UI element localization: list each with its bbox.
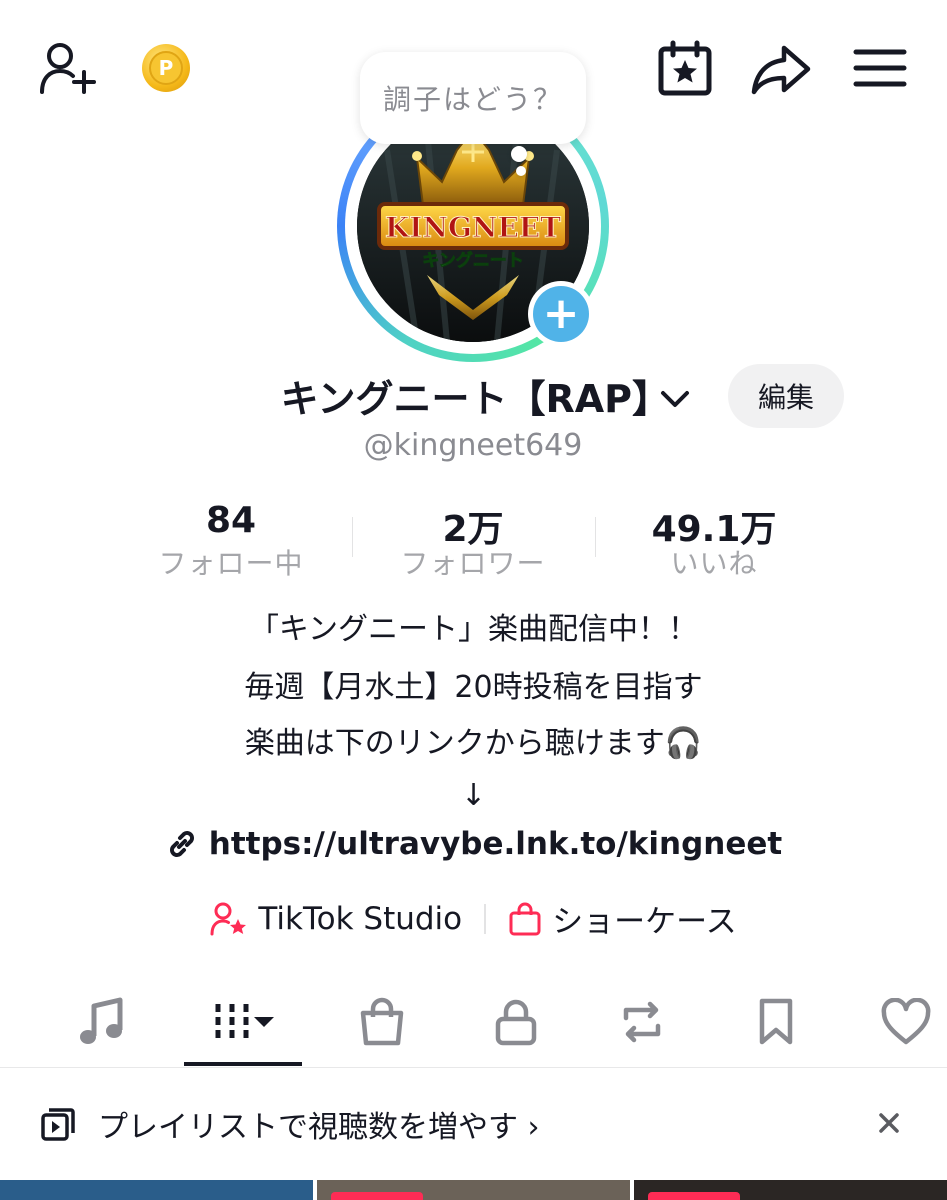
video-thumbnail[interactable] <box>634 1180 947 1200</box>
active-tab-indicator <box>184 1062 302 1066</box>
tiktok-studio-button[interactable]: TikTok Studio <box>210 901 462 937</box>
tab-saved[interactable] <box>746 992 806 1052</box>
share-icon[interactable] <box>750 42 812 96</box>
followers-count: 2万 <box>442 509 504 550</box>
bio-arrow: ↓ <box>460 778 487 813</box>
tab-private[interactable] <box>486 992 546 1052</box>
status-bubble[interactable]: 調子はどう？ <box>360 52 586 144</box>
caret-down-icon <box>254 1017 274 1027</box>
thumbnail-badge <box>331 1192 423 1200</box>
calendar-star-icon[interactable] <box>656 40 714 96</box>
studio-user-star-icon <box>210 901 248 937</box>
tab-shop[interactable] <box>352 992 412 1052</box>
shortcut-divider <box>484 903 487 934</box>
profile-name: キングニート【RAP】 <box>280 377 670 421</box>
coin-icon[interactable]: P <box>142 44 190 92</box>
bubble-tail-dot <box>511 146 527 162</box>
avatar-add-button[interactable]: + <box>528 281 594 347</box>
link-icon <box>165 827 199 861</box>
repost-icon <box>623 1001 661 1043</box>
bubble-tail-dot-small <box>516 166 526 176</box>
tab-music[interactable] <box>72 992 132 1052</box>
bio-line: 楽曲は下のリンクから聴けます🎧 <box>244 726 703 761</box>
add-friend-icon[interactable] <box>38 40 98 96</box>
following-label: フォロー中 <box>158 547 304 580</box>
showcase-bag-icon <box>508 901 542 937</box>
lock-icon <box>495 999 537 1046</box>
showcase-label: ショーケース <box>552 904 737 940</box>
likes-count: 49.1万 <box>651 509 777 550</box>
videos-grid-icon <box>215 1004 249 1040</box>
thumbnail-badge <box>648 1192 740 1200</box>
tiktok-studio-label: TikTok Studio <box>258 900 463 937</box>
bio-link[interactable]: https://ultravybe.lnk.to/kingneet <box>0 826 947 862</box>
logo-text: KINGNEET <box>385 211 561 244</box>
bookmark-icon <box>759 998 793 1045</box>
bio-line: 毎週【月水土】20時投稿を目指す <box>244 670 703 705</box>
following-count: 84 <box>205 500 257 541</box>
showcase-button[interactable]: ショーケース <box>508 896 737 941</box>
stat-divider <box>352 517 353 557</box>
music-note-icon <box>80 997 123 1044</box>
video-thumbnail[interactable] <box>0 1180 313 1200</box>
tab-videos[interactable] <box>196 992 292 1052</box>
stat-divider <box>595 517 596 557</box>
plus-icon: + <box>533 286 589 342</box>
stat-followers[interactable]: 2万 フォロワー <box>363 500 583 582</box>
chevron-down-icon[interactable] <box>656 380 694 418</box>
bio-link-text[interactable]: https://ultravybe.lnk.to/kingneet <box>209 826 783 862</box>
profile-handle: @kingneet649 <box>363 428 583 463</box>
logo-subtext: キングニート <box>422 250 524 271</box>
likes-label: いいね <box>670 547 758 580</box>
playlist-banner-text[interactable]: プレイリストで視聴数を増やす › <box>98 1102 540 1146</box>
edit-profile-button[interactable]: 編集 <box>728 364 844 428</box>
shopping-bag-icon <box>360 997 404 1046</box>
stat-following[interactable]: 84 フォロー中 <box>121 500 341 582</box>
bio-line: 「キングニート」楽曲配信中！！ <box>248 612 699 647</box>
video-thumbnail[interactable] <box>317 1180 630 1200</box>
close-icon[interactable] <box>872 1106 906 1140</box>
followers-label: フォロワー <box>400 547 546 580</box>
status-bubble-text: 調子はどう？ <box>382 83 563 116</box>
tab-liked[interactable] <box>876 992 936 1052</box>
heart-icon <box>881 998 931 1045</box>
stat-likes[interactable]: 49.1万 いいね <box>604 500 824 582</box>
tab-reposts[interactable] <box>612 992 672 1052</box>
menu-icon[interactable] <box>852 44 908 92</box>
shortcut-row: TikTok Studio ショーケース <box>0 896 947 941</box>
playlist-icon <box>40 1106 76 1142</box>
